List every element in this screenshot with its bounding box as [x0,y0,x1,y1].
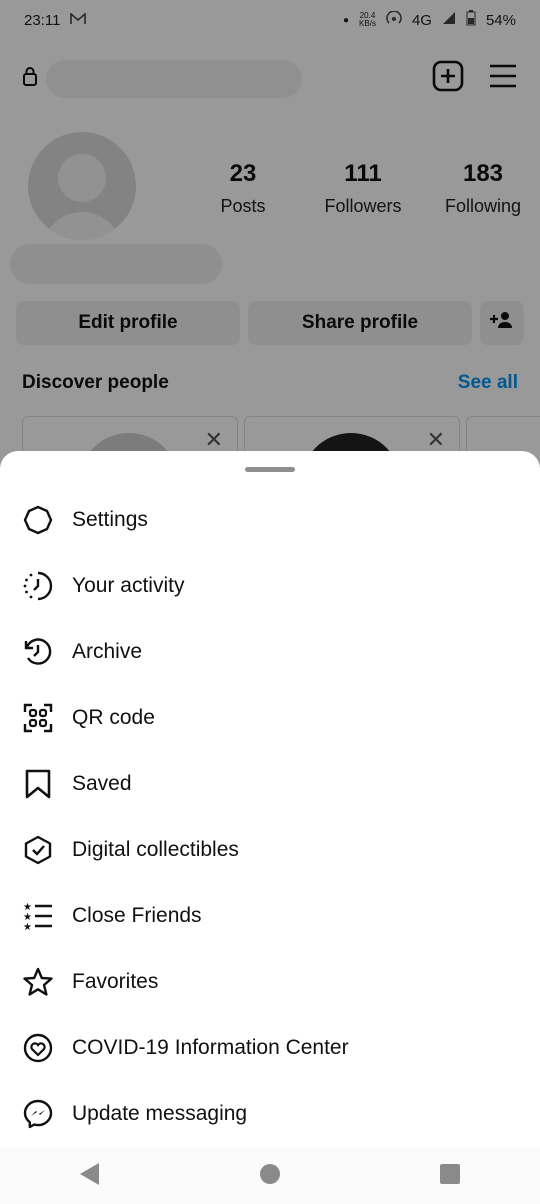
menu-item-close-friends[interactable]: ★ ★ ★ Close Friends [0,883,540,949]
options-menu: Settings Your activity Archive QR code S [0,487,540,1147]
settings-icon [22,504,54,536]
menu-item-label: Archive [72,640,143,663]
home-icon[interactable] [259,1163,281,1190]
menu-item-label: COVID-19 Information Center [72,1036,349,1059]
menu-item-label: Your activity [72,574,185,597]
close-friends-icon: ★ ★ ★ [22,900,54,932]
qr-code-icon [22,702,54,734]
menu-item-label: Digital collectibles [72,838,239,861]
menu-item-label: Settings [72,508,148,531]
back-icon[interactable] [79,1162,101,1191]
menu-item-label: QR code [72,706,155,729]
menu-item-label: Close Friends [72,904,202,927]
bookmark-icon [22,768,54,800]
menu-item-label: Update messaging [72,1102,248,1125]
menu-item-covid-info[interactable]: COVID-19 Information Center [0,1015,540,1081]
menu-item-label: Saved [72,772,132,795]
options-bottom-sheet: Settings Your activity Archive QR code S [0,451,540,1204]
menu-item-update-messaging[interactable]: Update messaging [0,1081,540,1147]
menu-item-qr-code[interactable]: QR code [0,685,540,751]
menu-item-digital-collectibles[interactable]: Digital collectibles [0,817,540,883]
menu-item-saved[interactable]: Saved [0,751,540,817]
activity-icon [22,570,54,602]
system-navigation-bar [0,1148,540,1204]
menu-item-settings[interactable]: Settings [0,487,540,553]
menu-item-label: Favorites [72,970,159,993]
messenger-icon [22,1098,54,1130]
menu-item-favorites[interactable]: Favorites [0,949,540,1015]
sheet-drag-handle[interactable] [245,467,295,472]
archive-icon [22,636,54,668]
recents-icon[interactable] [439,1163,461,1190]
menu-item-your-activity[interactable]: Your activity [0,553,540,619]
menu-item-archive[interactable]: Archive [0,619,540,685]
svg-text:★: ★ [23,922,32,931]
star-icon [22,966,54,998]
covid-heart-icon [22,1032,54,1064]
collectibles-icon [22,834,54,866]
